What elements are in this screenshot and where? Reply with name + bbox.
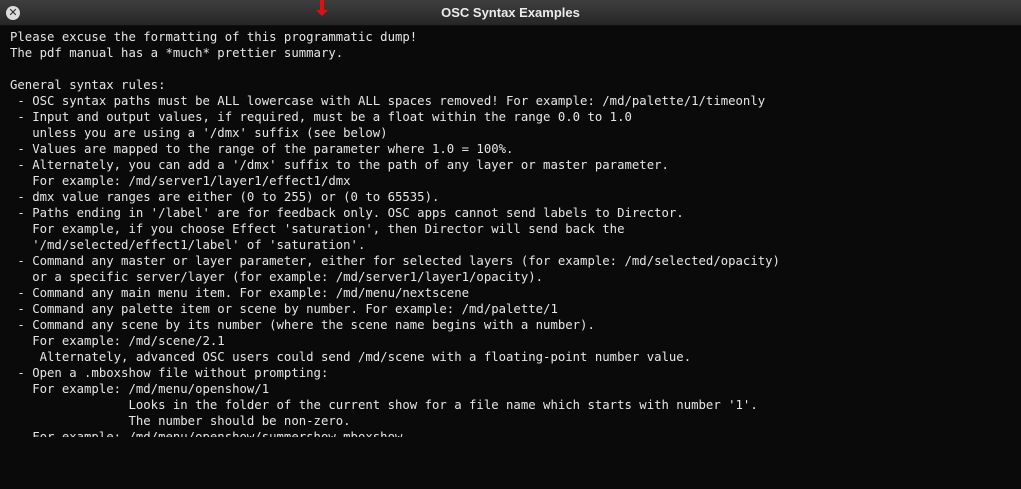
text-line: '/md/selected/effect1/label' of 'saturat… bbox=[10, 238, 366, 252]
text-line: - Command any scene by its number (where… bbox=[10, 318, 595, 332]
text-line: Looks in the folder of the current show … bbox=[10, 398, 758, 412]
text-line: - Paths ending in '/label' are for feedb… bbox=[10, 206, 684, 220]
red-arrow-icon bbox=[316, 0, 328, 16]
text-line: - Command any master or layer parameter,… bbox=[10, 254, 780, 268]
text-line: - OSC syntax paths must be ALL lowercase… bbox=[10, 94, 766, 108]
text-line: For example: /md/menu/openshow/summersho… bbox=[10, 430, 403, 437]
text-line: - Open a .mboxshow file without promptin… bbox=[10, 366, 329, 380]
text-line bbox=[10, 61, 1015, 77]
text-line: - Values are mapped to the range of the … bbox=[10, 142, 514, 156]
text-line: Alternately, advanced OSC users could se… bbox=[10, 350, 692, 364]
text-line: The pdf manual has a *much* prettier sum… bbox=[10, 46, 344, 60]
text-line: Please excuse the formatting of this pro… bbox=[10, 30, 418, 44]
text-line: - Command any palette item or scene by n… bbox=[10, 302, 558, 316]
title-bar[interactable]: ✕ OSC Syntax Examples bbox=[0, 0, 1021, 26]
osc-syntax-window: ✕ OSC Syntax Examples Please excuse the … bbox=[0, 0, 1021, 489]
text-content-area[interactable]: Please excuse the formatting of this pro… bbox=[10, 29, 1015, 489]
text-line: - Input and output values, if required, … bbox=[10, 110, 632, 124]
text-line: - Alternately, you can add a '/dmx' suff… bbox=[10, 158, 669, 172]
text-line: or a specific server/layer (for example:… bbox=[10, 270, 544, 284]
text-line: - dmx value ranges are either (0 to 255)… bbox=[10, 190, 440, 204]
text-line: - Command any main menu item. For exampl… bbox=[10, 286, 470, 300]
window-title: OSC Syntax Examples bbox=[441, 5, 580, 20]
text-line: For example, if you choose Effect 'satur… bbox=[10, 222, 625, 236]
text-line: For example: /md/menu/openshow/1 bbox=[10, 382, 270, 396]
text-line: unless you are using a '/dmx' suffix (se… bbox=[10, 126, 388, 140]
text-line: For example: /md/server1/layer1/effect1/… bbox=[10, 174, 351, 188]
text-line: For example: /md/scene/2.1 bbox=[10, 334, 225, 348]
text-line: The number should be non-zero. bbox=[10, 414, 351, 428]
text-line: General syntax rules: bbox=[10, 78, 166, 92]
